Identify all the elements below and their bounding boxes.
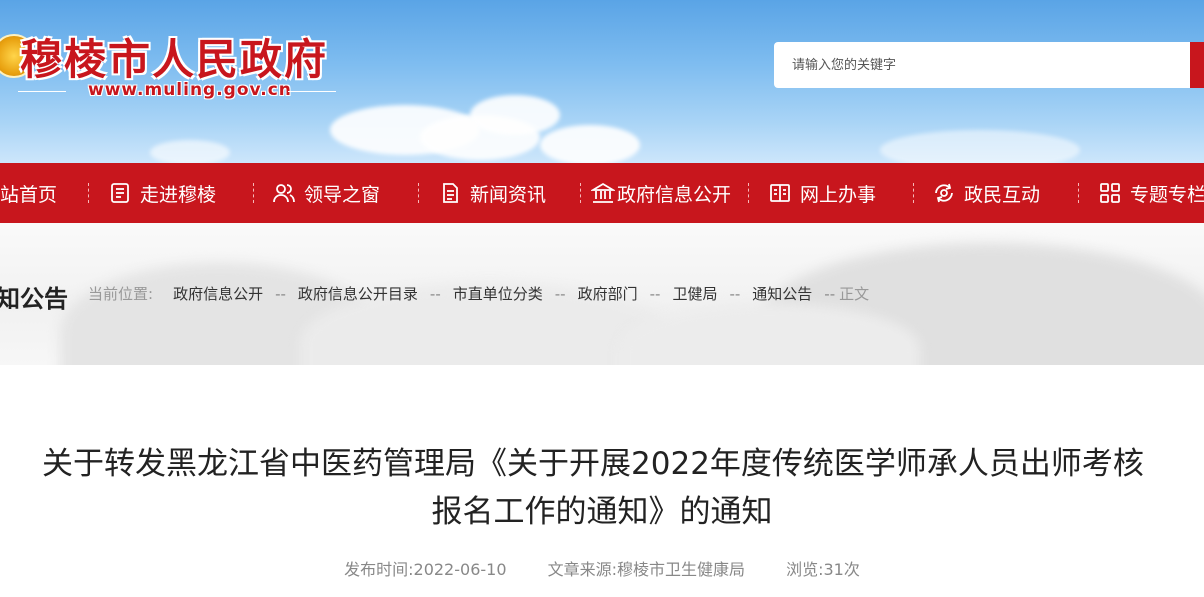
nav-item-about[interactable]: 走进穆棱 <box>108 163 216 223</box>
nav-item-label: 领导之窗 <box>304 183 381 206</box>
breadcrumb-separator: -- <box>429 284 441 303</box>
nav-separator <box>88 183 89 203</box>
breadcrumb-separator: -- <box>824 284 836 303</box>
breadcrumb-link[interactable]: 卫健局 <box>672 283 717 304</box>
nav-item-label: 专题专栏 <box>1130 183 1204 206</box>
article-title: 关于转发黑龙江省中医药管理局《关于开展2022年度传统医学师承人员出师考核 报名… <box>0 440 1204 536</box>
article-meta: 发布时间:2022-06-10 文章来源:穆棱市卫生健康局 浏览:31次 <box>0 556 1204 580</box>
cloud-decoration <box>150 140 230 163</box>
people-icon <box>272 181 296 205</box>
nav-item-label: 政民互动 <box>964 183 1041 206</box>
main-nav: 站首页 走进穆棱 领导之窗 新闻资讯 政府信息公开 网上办事 政民互动 专题专栏 <box>0 163 1204 223</box>
cloud-decoration <box>540 125 640 163</box>
nav-item-label: 新闻资讯 <box>470 183 547 206</box>
nav-item-leaders[interactable]: 领导之窗 <box>272 163 380 223</box>
divider <box>18 91 66 92</box>
cloud-decoration <box>880 130 1080 163</box>
site-url: www.muling.gov.cn <box>88 80 292 100</box>
cloud-decoration <box>470 95 560 135</box>
site-title[interactable]: 穆棱市人民政府 <box>20 26 328 87</box>
breadcrumb-prefix: 当前位置: <box>88 285 154 303</box>
nav-separator <box>253 183 254 203</box>
nav-item-news[interactable]: 新闻资讯 <box>438 163 546 223</box>
publish-time: 发布时间:2022-06-10 <box>344 560 507 579</box>
breadcrumb-separator: -- <box>729 284 741 303</box>
nav-separator <box>580 183 581 203</box>
breadcrumb-link[interactable]: 政府信息公开目录 <box>298 283 418 304</box>
site-header: 穆棱市人民政府 www.muling.gov.cn <box>0 0 1204 163</box>
site-url-row: www.muling.gov.cn <box>18 80 336 102</box>
divider <box>288 91 336 92</box>
breadcrumb-link[interactable]: 通知公告 <box>752 283 812 304</box>
breadcrumb: 当前位置: 政府信息公开 -- 政府信息公开目录 -- 市直单位分类 -- 政府… <box>88 283 869 304</box>
nav-item-home[interactable]: 站首页 <box>0 163 57 223</box>
nav-item-interaction[interactable]: 政民互动 <box>932 163 1040 223</box>
nav-item-gov-info[interactable]: 政府信息公开 <box>591 163 731 223</box>
search-box <box>774 42 1194 88</box>
nav-item-label: 网上办事 <box>800 183 877 206</box>
breadcrumb-separator: -- <box>554 284 566 303</box>
article-source: 文章来源:穆棱市卫生健康局 <box>547 560 746 579</box>
nav-separator <box>1078 183 1079 203</box>
nav-separator <box>418 183 419 203</box>
breadcrumb-link[interactable]: 政府部门 <box>578 283 638 304</box>
article-title-line: 报名工作的通知》的通知 <box>431 494 773 530</box>
breadcrumb-separator: -- <box>275 284 286 303</box>
nav-item-label: 走进穆棱 <box>140 183 217 206</box>
breadcrumb-current: 正文 <box>839 285 870 303</box>
document-icon <box>108 181 132 205</box>
interaction-icon <box>932 181 956 205</box>
breadcrumb-separator: -- <box>649 284 661 303</box>
breadcrumb-link[interactable]: 市直单位分类 <box>453 283 543 304</box>
nav-item-label: 政府信息公开 <box>617 183 732 206</box>
view-count: 浏览:31次 <box>786 560 860 579</box>
nav-item-special-topics[interactable]: 专题专栏 <box>1098 163 1204 223</box>
breadcrumb-band: 知公告 当前位置: 政府信息公开 -- 政府信息公开目录 -- 市直单位分类 -… <box>0 223 1204 365</box>
news-icon <box>438 181 462 205</box>
article-title-line: 关于转发黑龙江省中医药管理局《关于开展2022年度传统医学师承人员出师考核 <box>42 446 1144 482</box>
nav-separator <box>913 183 914 203</box>
nav-item-online-services[interactable]: 网上办事 <box>768 163 876 223</box>
search-button[interactable] <box>1190 42 1204 88</box>
breadcrumb-link[interactable]: 政府信息公开 <box>173 283 263 304</box>
nav-separator <box>748 183 749 203</box>
search-input[interactable] <box>790 56 1174 74</box>
grid-icon <box>1098 181 1122 205</box>
government-building-icon <box>591 181 615 205</box>
book-icon <box>768 181 792 205</box>
section-title: 知公告 <box>0 285 68 313</box>
nav-item-label: 站首页 <box>0 183 58 206</box>
